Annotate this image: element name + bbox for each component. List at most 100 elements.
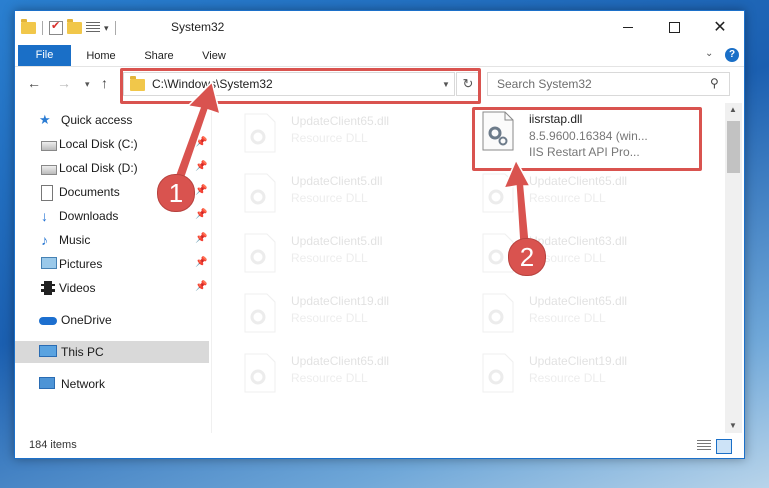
sidebar-item-videos[interactable]: Videos 📌 <box>15 277 209 299</box>
list-item[interactable]: UpdateClient19.dll Resource DLL <box>473 349 693 399</box>
file-name: UpdateClient65.dll <box>291 114 390 128</box>
maximize-button[interactable] <box>651 11 697 43</box>
pin-icon[interactable]: 📌 <box>195 257 207 268</box>
sidebar-item-pictures[interactable]: Pictures 📌 <box>15 253 209 275</box>
maximize-icon <box>668 21 680 33</box>
star-icon: ★ <box>39 112 51 127</box>
sidebar-item-label: Videos <box>59 281 96 295</box>
file-name: UpdateClient19.dll <box>529 354 628 368</box>
recent-locations-chevron-icon[interactable]: ▾ <box>85 79 90 90</box>
toolbar-separator <box>42 21 43 35</box>
file-name: iisrstap.dll <box>529 112 583 126</box>
drive-icon <box>41 141 57 151</box>
file-type: Resource DLL <box>291 131 368 145</box>
download-icon: ↓ <box>41 208 48 224</box>
folder-icon <box>21 19 36 34</box>
sidebar-item-label: Documents <box>59 185 120 199</box>
list-item[interactable]: UpdateClient65.dll Resource DLL <box>473 169 693 219</box>
file-name: UpdateClient65.dll <box>291 354 390 368</box>
vertical-scrollbar[interactable]: ▲ ▼ <box>725 103 742 433</box>
sidebar-item-local-disk-c[interactable]: Local Disk (C:) 📌 <box>15 133 209 155</box>
dll-file-gear-icon <box>482 111 514 151</box>
status-bar: 184 items <box>15 435 744 457</box>
pin-icon[interactable]: 📌 <box>195 281 207 292</box>
minimize-icon <box>623 26 633 28</box>
dll-file-icon <box>244 173 276 213</box>
help-icon[interactable]: ? <box>725 48 739 62</box>
dll-file-icon <box>482 173 514 213</box>
sidebar-item-onedrive[interactable]: OneDrive <box>15 309 209 331</box>
address-path[interactable]: C:\Windows\System32 <box>152 77 273 91</box>
file-name: UpdateClient65.dll <box>529 294 628 308</box>
list-item[interactable]: UpdateClient5.dll Resource DLL <box>235 229 455 279</box>
document-icon <box>41 185 53 201</box>
close-button[interactable]: ✕ <box>697 11 743 43</box>
up-button[interactable]: ↑ <box>101 75 108 91</box>
music-icon: ♪ <box>41 232 48 248</box>
minimize-button[interactable] <box>605 11 651 43</box>
sidebar-item-label: Quick access <box>61 113 133 127</box>
sidebar-item-quick-access[interactable]: ★ Quick access <box>15 109 209 131</box>
pin-icon[interactable]: 📌 <box>195 137 207 148</box>
computer-icon <box>39 345 57 357</box>
large-icons-view-icon[interactable] <box>716 439 732 454</box>
dll-file-icon <box>482 353 514 393</box>
pin-icon[interactable]: 📌 <box>195 161 207 172</box>
scroll-up-icon[interactable]: ▲ <box>729 105 737 114</box>
properties-check-icon[interactable] <box>49 19 63 35</box>
search-input[interactable]: Search System32 ⚲ <box>487 72 730 96</box>
tab-view[interactable]: View <box>195 47 233 65</box>
drive-icon <box>41 165 57 175</box>
address-dropdown-chevron-icon[interactable]: ▼ <box>442 80 450 89</box>
scrollbar-thumb[interactable] <box>727 121 740 173</box>
list-item[interactable]: UpdateClient5.dll Resource DLL <box>235 169 455 219</box>
callout-step-2: 2 <box>508 238 546 276</box>
sidebar-item-label: Downloads <box>59 209 119 223</box>
dll-file-icon <box>244 233 276 273</box>
pane-divider[interactable] <box>211 103 212 433</box>
file-type: Resource DLL <box>291 311 368 325</box>
pin-icon[interactable]: 📌 <box>195 233 207 244</box>
list-item[interactable]: UpdateClient65.dll Resource DLL <box>473 289 693 339</box>
refresh-button[interactable]: ↻ <box>456 72 480 96</box>
tab-share[interactable]: Share <box>139 47 179 65</box>
tab-home[interactable]: Home <box>81 47 121 65</box>
sidebar-item-network[interactable]: Network <box>15 373 209 395</box>
details-view-icon[interactable] <box>697 440 711 452</box>
list-item[interactable]: UpdateClient19.dll Resource DLL <box>235 289 455 339</box>
forward-button[interactable]: → <box>57 75 71 91</box>
file-type: Resource DLL <box>529 371 606 385</box>
new-folder-icon[interactable] <box>67 19 82 34</box>
file-name: UpdateClient63.dll <box>529 234 628 248</box>
sidebar-item-music[interactable]: ♪ Music 📌 <box>15 229 209 251</box>
file-version: 8.5.9600.16384 (win... <box>529 129 648 143</box>
sidebar-item-label: Pictures <box>59 257 103 271</box>
file-list: UpdateClient65.dll Resource DLL UpdateCl… <box>213 103 725 433</box>
list-item[interactable]: UpdateClient63.dll Resource DLL <box>473 229 693 279</box>
pin-icon[interactable]: 📌 <box>195 185 207 196</box>
list-item[interactable]: UpdateClient65.dll Resource DLL <box>235 109 455 159</box>
back-button[interactable]: ← <box>27 75 41 91</box>
list-item[interactable]: UpdateClient65.dll Resource DLL <box>235 349 455 399</box>
address-bar[interactable]: C:\Windows\System32 ▼ <box>123 72 455 96</box>
sidebar-item-this-pc[interactable]: This PC <box>15 341 209 363</box>
highlighted-file-item[interactable]: iisrstap.dll 8.5.9600.16384 (win... IIS … <box>473 107 693 161</box>
customize-toolbar-chevron-icon[interactable]: ▾ <box>104 23 109 34</box>
file-type: Resource DLL <box>529 191 606 205</box>
title-bar[interactable]: ▾ System32 ✕ <box>15 11 744 44</box>
sidebar-item-label: OneDrive <box>61 313 112 327</box>
properties-icon[interactable] <box>86 22 100 34</box>
search-placeholder: Search System32 <box>497 77 592 91</box>
pin-icon[interactable]: 📌 <box>195 209 207 220</box>
scroll-down-icon[interactable]: ▼ <box>729 421 737 430</box>
expand-ribbon-chevron-icon[interactable]: ⌄ <box>705 48 713 59</box>
toolbar-separator <box>114 21 116 35</box>
search-icon[interactable]: ⚲ <box>710 76 719 90</box>
tab-file[interactable]: File <box>18 45 71 66</box>
ribbon-tabs: File Home Share View ⌄ ? <box>15 44 744 67</box>
file-explorer-window: ▾ System32 ✕ File Home Share View ⌄ ? ← … <box>14 10 745 459</box>
folder-icon <box>130 76 145 91</box>
file-type: Resource DLL <box>529 311 606 325</box>
picture-icon <box>41 257 57 269</box>
file-name: UpdateClient5.dll <box>291 234 383 248</box>
